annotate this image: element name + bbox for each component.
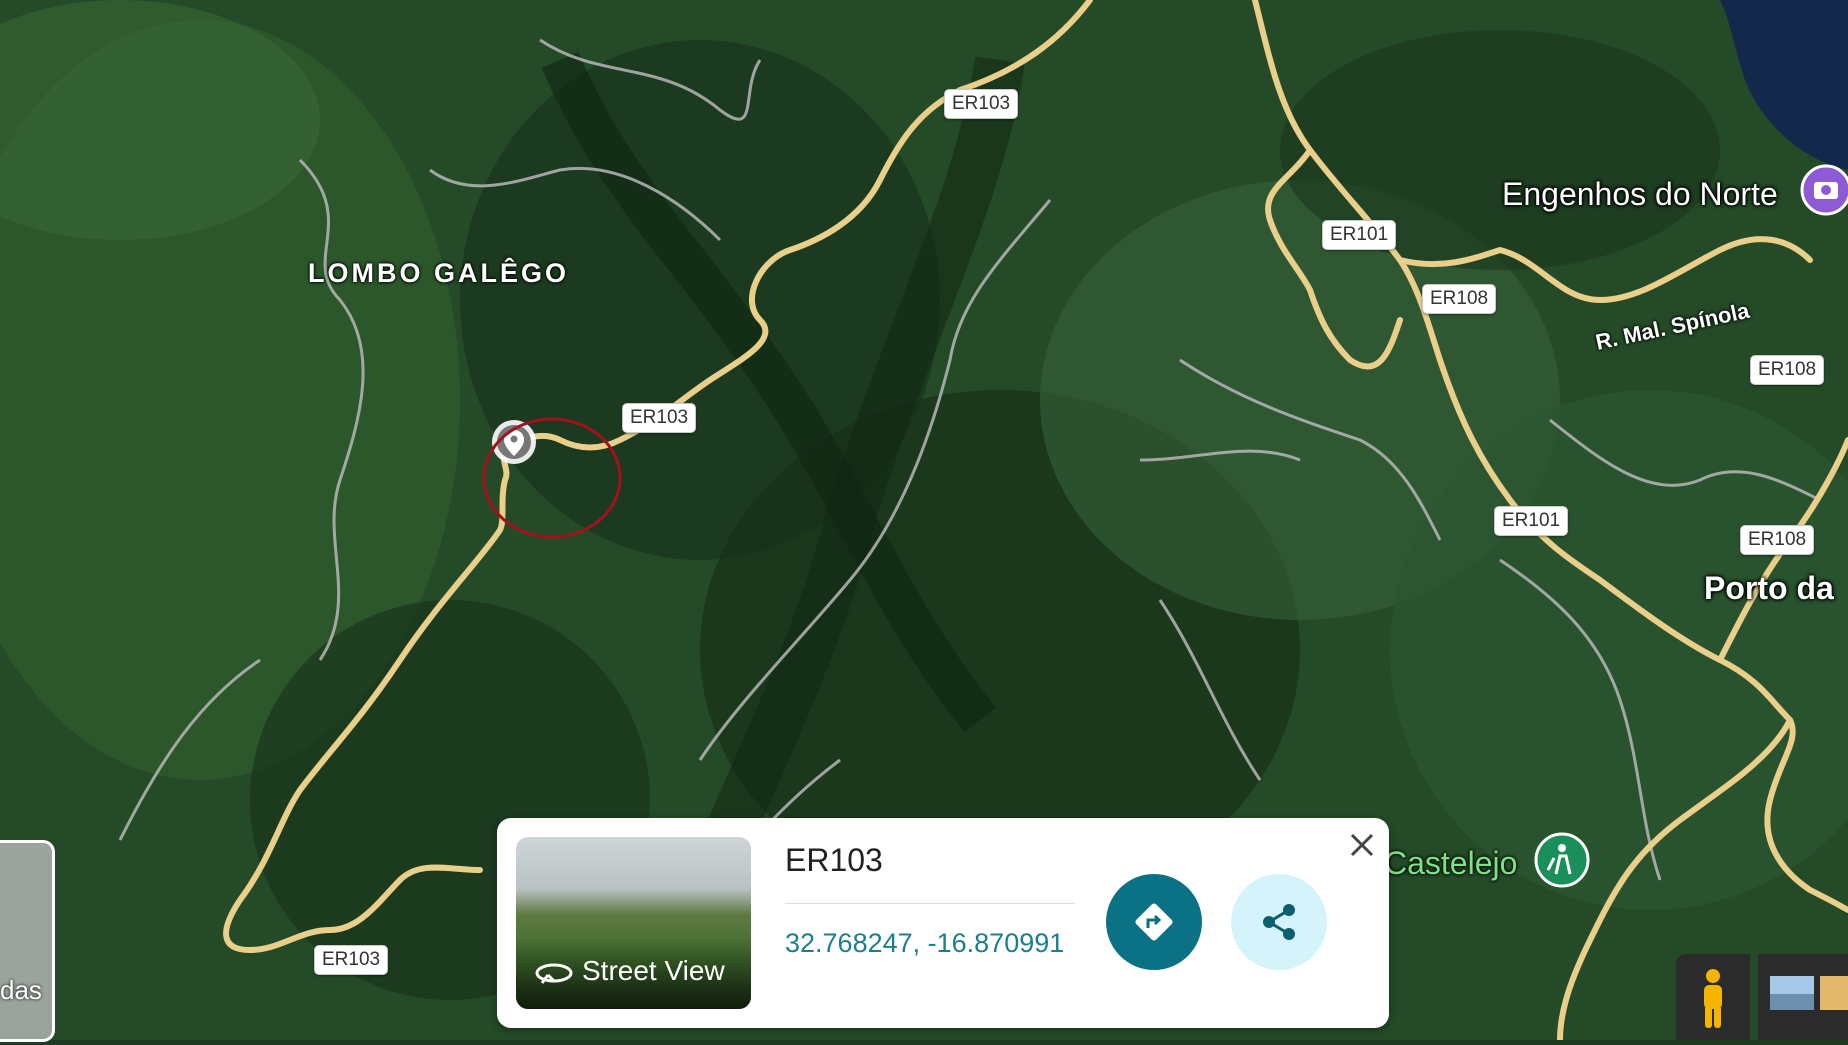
road-shield-er108: ER108 xyxy=(1750,355,1825,385)
close-button[interactable] xyxy=(1345,828,1379,862)
road-shield-er101: ER101 xyxy=(1322,220,1397,250)
place-label-castelejo[interactable]: Castelejo xyxy=(1384,845,1517,882)
hiking-poi-icon[interactable] xyxy=(1534,832,1590,888)
road-shield-er108: ER108 xyxy=(1740,525,1815,555)
layers-toggle[interactable] xyxy=(1758,954,1848,1040)
street-view-thumbnail[interactable]: Street View xyxy=(516,837,751,1009)
street-view-label: Street View xyxy=(582,955,725,986)
nearby-label: das xyxy=(0,975,42,1005)
road-shield-er103: ER103 xyxy=(944,89,1019,119)
share-icon xyxy=(1263,904,1295,940)
place-info-card: Street View ER103 32.768247, -16.870991 xyxy=(497,818,1389,1028)
place-label-porto[interactable]: Porto da xyxy=(1704,570,1834,607)
place-title: ER103 xyxy=(785,842,883,878)
area-label-lombo-galego: LOMBO GALÊGO xyxy=(308,258,569,288)
pegman-icon xyxy=(1704,969,1722,1028)
street-view-icon xyxy=(535,963,573,984)
coordinates-text[interactable]: 32.768247, -16.870991 xyxy=(785,928,1064,959)
road-shield-er103: ER103 xyxy=(314,945,389,975)
nearby-thumbnail[interactable] xyxy=(0,840,55,1042)
close-icon xyxy=(1350,833,1374,857)
directions-button[interactable] xyxy=(1106,874,1202,970)
road-shield-er101: ER101 xyxy=(1494,506,1569,536)
road-shield-er103: ER103 xyxy=(622,403,697,433)
road-shield-er108: ER108 xyxy=(1422,284,1497,314)
share-button[interactable] xyxy=(1231,874,1327,970)
directions-icon xyxy=(1135,903,1173,941)
layers-preview-icon xyxy=(1770,976,1848,1010)
place-label-engenhos-do-norte[interactable]: Engenhos do Norte xyxy=(1502,176,1778,213)
pegman-control[interactable] xyxy=(1676,954,1750,1040)
title-divider xyxy=(785,903,1075,904)
camera-poi-icon[interactable] xyxy=(1800,164,1848,216)
